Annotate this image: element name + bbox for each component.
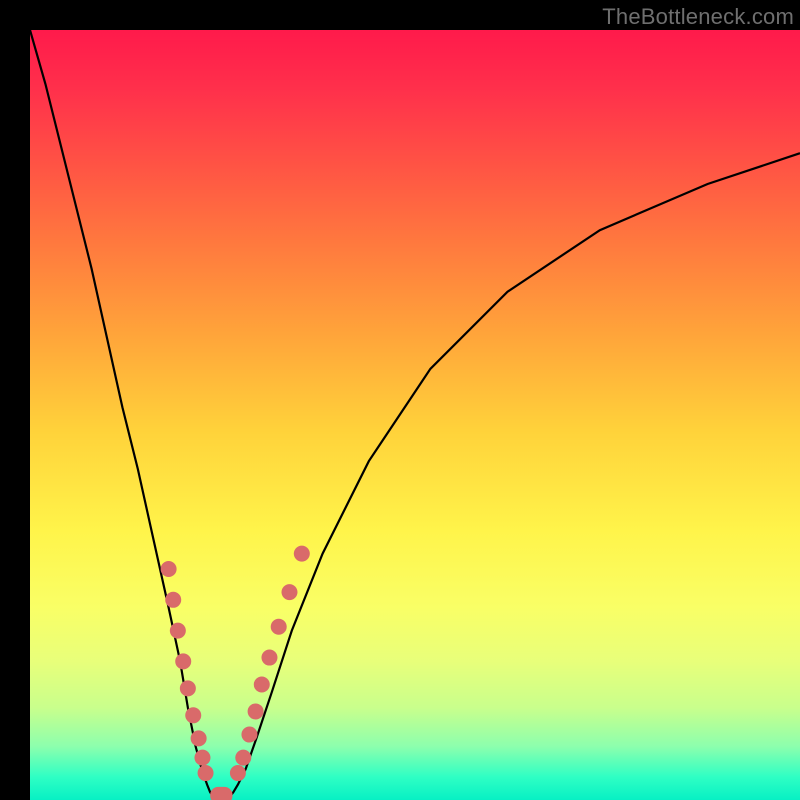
data-dot: [271, 619, 287, 635]
data-dot: [165, 592, 181, 608]
valley-bar: [210, 787, 232, 800]
outer-black-frame: TheBottleneck.com: [0, 0, 800, 800]
data-dot: [191, 730, 207, 746]
data-dot: [198, 765, 214, 781]
data-dot: [175, 653, 191, 669]
data-dot: [294, 546, 310, 562]
data-dot: [241, 727, 257, 743]
data-dot: [261, 650, 277, 666]
data-dot: [254, 677, 270, 693]
watermark-text: TheBottleneck.com: [602, 4, 794, 30]
data-dot: [248, 703, 264, 719]
chart-overlay: [30, 30, 800, 800]
data-dot: [180, 680, 196, 696]
left-dots-group: [161, 561, 214, 781]
data-dot: [185, 707, 201, 723]
data-dot: [230, 765, 246, 781]
right-dots-group: [230, 546, 310, 781]
data-dot: [235, 750, 251, 766]
data-dot: [161, 561, 177, 577]
right-curve-path: [230, 153, 800, 796]
data-dot: [281, 584, 297, 600]
data-dot: [170, 623, 186, 639]
data-dot: [194, 750, 210, 766]
plot-area: [30, 30, 800, 800]
